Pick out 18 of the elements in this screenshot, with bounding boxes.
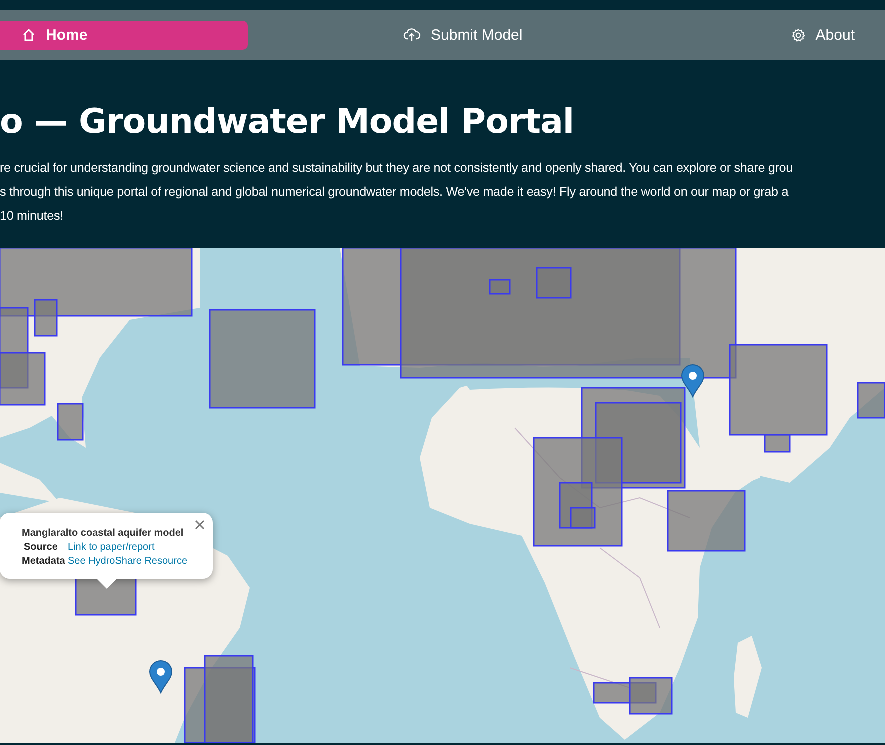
map-pin-icon[interactable] [680, 364, 706, 398]
popup-title: Manglaralto coastal aquifer model [22, 528, 185, 539]
popup-link[interactable]: Link to paper/report [68, 541, 203, 555]
settings-icon [790, 28, 806, 42]
popup-label: Metadata [22, 555, 66, 569]
cloud-upload-icon [403, 28, 421, 42]
nav-tab[interactable]: About [768, 20, 855, 50]
popup-link[interactable]: See HydroShare Resource [68, 555, 203, 569]
intro-text-line: re crucial for understanding groundwater science and sustainability but they are not consistently and openly shared. You can explore or share grou [0, 160, 793, 177]
intro-text-line: 10 minutes! [0, 208, 64, 225]
home-icon [22, 28, 36, 42]
intro-text-line: s through this unique portal of regional and global numerical groundwater models. We've made it easy! Fly around the world on our map or grab a [0, 184, 789, 201]
popup-label: Source [23, 541, 59, 555]
nav-tab[interactable]: Home [0, 20, 248, 50]
close-icon[interactable] [194, 519, 206, 531]
page-title: o — Groundwater Model Portal [0, 102, 574, 142]
nav-tab[interactable]: Submit Model [381, 20, 523, 50]
map-pin-icon[interactable] [148, 660, 174, 694]
